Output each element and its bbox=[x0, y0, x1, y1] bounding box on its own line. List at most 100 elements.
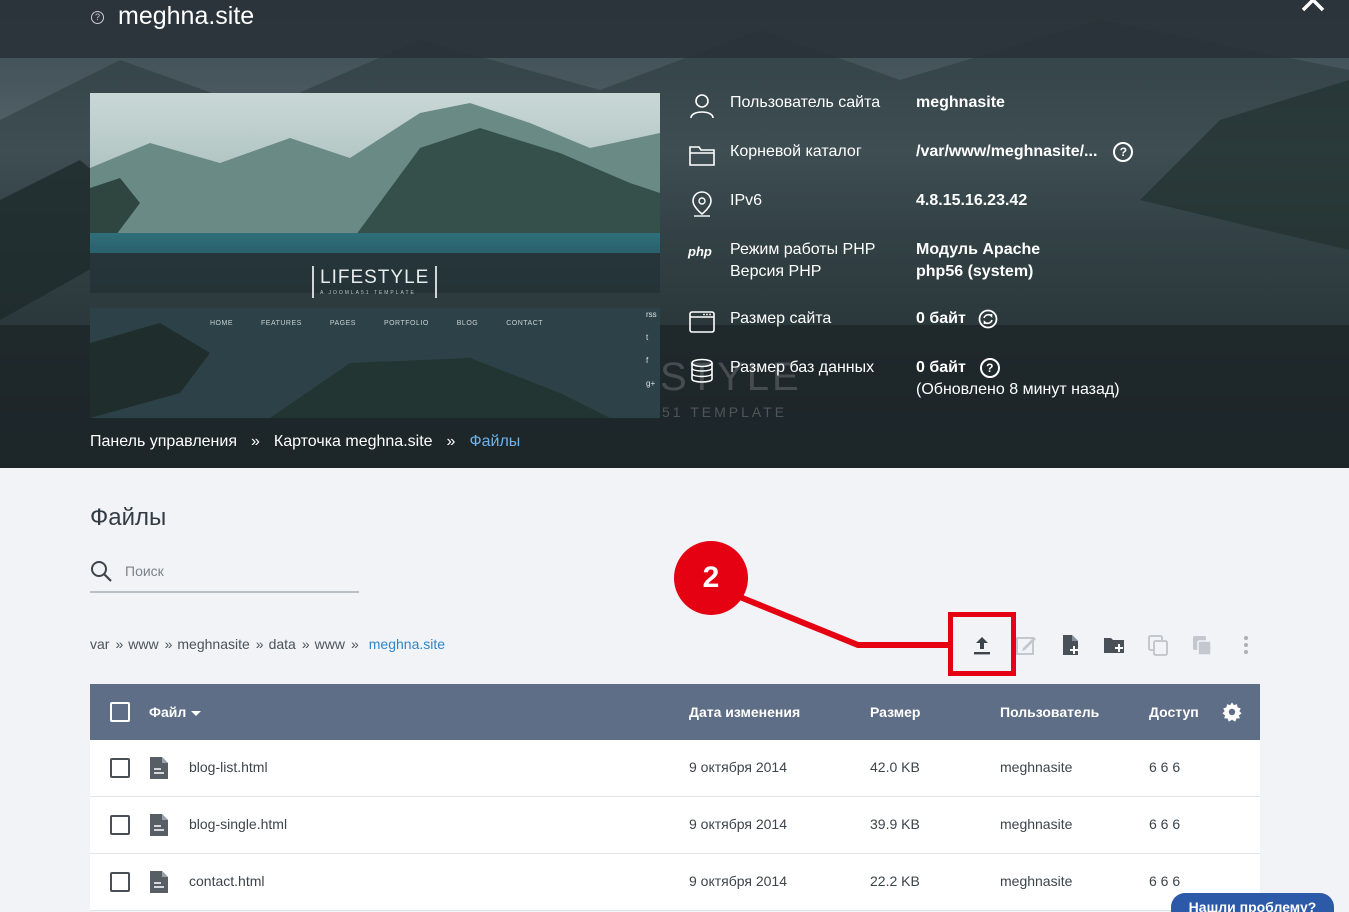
file-user: meghnasite bbox=[1000, 873, 1073, 889]
info-row-php: php Режим работы PHP Версия PHP Модуль A… bbox=[688, 239, 1040, 283]
select-all-checkbox[interactable] bbox=[110, 702, 130, 722]
search-box bbox=[90, 554, 359, 593]
paste-button[interactable] bbox=[1188, 631, 1216, 659]
table-row[interactable]: contact.html 9 октября 2014 22.2 KB megh… bbox=[90, 854, 1260, 911]
file-modified: 9 октября 2014 bbox=[689, 816, 787, 832]
path-segment[interactable]: www bbox=[128, 636, 158, 652]
file-access: 6 6 6 bbox=[1149, 873, 1181, 889]
ip-label: IPv6 bbox=[730, 192, 763, 209]
path-segment[interactable]: meghnasite bbox=[177, 636, 249, 652]
rss-icon: rss bbox=[646, 310, 657, 319]
info-row-user: Пользователь сайта meghnasite bbox=[688, 92, 1005, 120]
breadcrumb-site-card[interactable]: Карточка meghna.site bbox=[274, 433, 433, 451]
preview-menu-item: FEATURES bbox=[261, 320, 302, 327]
file-access: 6 6 6 bbox=[1149, 759, 1181, 775]
edit-button[interactable] bbox=[1012, 631, 1040, 659]
edit-icon bbox=[1016, 637, 1036, 655]
file-modified: 9 октября 2014 bbox=[689, 759, 787, 775]
root-help-icon[interactable]: ? bbox=[1113, 142, 1134, 162]
close-icon[interactable] bbox=[1298, 0, 1328, 12]
column-user[interactable]: Пользователь bbox=[1000, 704, 1099, 720]
report-problem-button[interactable]: Нашли проблему? bbox=[1171, 893, 1334, 912]
files-table: Файл Дата изменения Размер Пользователь … bbox=[90, 684, 1260, 911]
row-checkbox[interactable] bbox=[110, 815, 130, 835]
file-size: 42.0 KB bbox=[870, 759, 920, 775]
path-segment[interactable]: var bbox=[90, 636, 109, 652]
path-separator: » bbox=[301, 636, 310, 652]
file-name[interactable]: contact.html bbox=[189, 873, 264, 889]
file-size: 39.9 KB bbox=[870, 816, 920, 832]
user-icon bbox=[690, 94, 714, 119]
new-folder-button[interactable] bbox=[1100, 631, 1128, 659]
background-logo-sub: 51 TEMPLATE bbox=[662, 404, 788, 420]
select-all-cell bbox=[110, 702, 130, 722]
column-modified[interactable]: Дата изменения bbox=[689, 704, 800, 720]
php-mode-label: Режим работы PHP bbox=[730, 241, 876, 258]
site-status-icon[interactable]: ? bbox=[91, 11, 104, 24]
user-label: Пользователь сайта bbox=[730, 94, 881, 111]
copy-button[interactable] bbox=[1144, 631, 1172, 659]
page-title: Файлы bbox=[90, 504, 167, 531]
path-separator: » bbox=[255, 636, 264, 652]
path-segment[interactable]: www bbox=[315, 636, 345, 652]
site-title: meghna.site bbox=[118, 2, 255, 30]
html-file-icon bbox=[150, 871, 168, 893]
php-mode-value: Модуль Apache bbox=[916, 241, 1041, 258]
breadcrumb: Панель управления » Карточка meghna.site… bbox=[90, 433, 520, 451]
html-file-icon bbox=[150, 814, 168, 836]
preview-menu-item: PORTFOLIO bbox=[383, 320, 429, 327]
row-checkbox[interactable] bbox=[110, 872, 130, 892]
folder-icon bbox=[689, 146, 715, 166]
column-file[interactable]: Файл bbox=[149, 704, 202, 720]
table-row[interactable]: blog-list.html 9 октября 2014 42.0 KB me… bbox=[90, 740, 1260, 797]
php-values: Модуль Apache php56 (system) bbox=[916, 239, 1040, 283]
root-value-wrap: /var/www/meghnasite/... ? bbox=[916, 141, 1134, 163]
path-segment[interactable]: data bbox=[269, 636, 296, 652]
db-updated: (Обновлено 8 минут назад) bbox=[916, 381, 1120, 398]
db-label: Размер баз данных bbox=[730, 359, 875, 376]
new-file-button[interactable] bbox=[1056, 631, 1084, 659]
size-label: Размер сайта bbox=[730, 310, 832, 327]
info-row-db: Размер баз данных 0 байт ? (Обновлено 8 … bbox=[688, 357, 1120, 401]
paste-icon bbox=[1193, 636, 1212, 656]
preview-menu-item: CONTACT bbox=[506, 320, 544, 327]
file-name[interactable]: blog-list.html bbox=[189, 759, 268, 775]
google-plus-icon: g+ bbox=[646, 379, 656, 388]
table-header: Файл Дата изменения Размер Пользователь … bbox=[90, 684, 1260, 740]
site-preview bbox=[90, 93, 660, 418]
file-name[interactable]: blog-single.html bbox=[189, 816, 287, 832]
info-row-root: Корневой каталог /var/www/meghnasite/...… bbox=[688, 141, 1134, 169]
file-user: meghnasite bbox=[1000, 816, 1073, 832]
php-labels: Режим работы PHP Версия PHP bbox=[730, 239, 916, 283]
db-help-icon[interactable]: ? bbox=[979, 358, 1000, 378]
preview-social: rss t f g+ bbox=[646, 310, 657, 388]
root-value[interactable]: /var/www/meghnasite/... bbox=[916, 141, 1097, 163]
path-separator: » bbox=[115, 636, 124, 652]
file-access: 6 6 6 bbox=[1149, 816, 1181, 832]
more-button[interactable] bbox=[1232, 631, 1260, 659]
row-checkbox[interactable] bbox=[110, 758, 130, 778]
row-select-cell bbox=[110, 872, 130, 892]
breadcrumb-separator: » bbox=[446, 433, 456, 450]
php-version-label: Версия PHP bbox=[730, 263, 822, 280]
size-value: 0 байт bbox=[916, 310, 966, 327]
path-separator: » bbox=[164, 636, 173, 652]
search-input[interactable] bbox=[125, 560, 355, 582]
php-version-value: php56 (system) bbox=[916, 263, 1034, 280]
preview-menu: HOME FEATURES PAGES PORTFOLIO BLOG CONTA… bbox=[210, 320, 543, 327]
preview-menu-item: PAGES bbox=[329, 320, 356, 327]
column-size[interactable]: Размер bbox=[870, 704, 920, 720]
breadcrumb-separator: » bbox=[250, 433, 260, 450]
refresh-icon[interactable] bbox=[978, 309, 998, 329]
table-row[interactable]: blog-single.html 9 октября 2014 39.9 KB … bbox=[90, 797, 1260, 854]
preview-logo: LIFESTYLE A JOOMLA51 TEMPLATE bbox=[312, 266, 438, 298]
new-folder-icon bbox=[1104, 638, 1124, 653]
breadcrumb-dashboard[interactable]: Панель управления bbox=[90, 433, 237, 451]
site-header: ? meghna.site LIFESTYLE A JOOMLA51 TEMPL… bbox=[0, 0, 1349, 468]
file-modified: 9 октября 2014 bbox=[689, 873, 787, 889]
preview-logo-text: LIFESTYLE bbox=[320, 267, 430, 288]
column-access[interactable]: Доступ bbox=[1149, 704, 1199, 720]
copy-icon bbox=[1148, 635, 1168, 656]
preview-logo-sub: A JOOMLA51 TEMPLATE bbox=[320, 290, 416, 296]
gear-icon[interactable] bbox=[1221, 701, 1243, 723]
